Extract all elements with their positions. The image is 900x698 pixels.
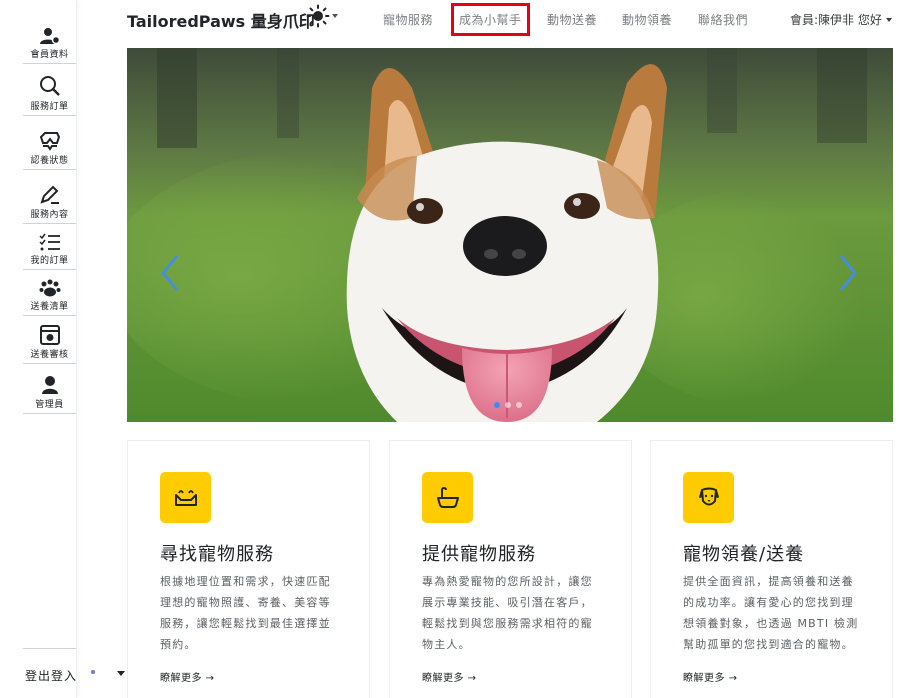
sidebar-item-label: 管理員 bbox=[35, 400, 64, 410]
sidebar-item-label: 送養審核 bbox=[30, 350, 69, 360]
nav-become-helper[interactable]: 成為小幫手 bbox=[451, 3, 530, 36]
feature-card-find-service: 尋找寵物服務 根據地理位置和需求，快速匹配理想的寵物照護、寄養、美容等服務，讓您… bbox=[127, 440, 370, 698]
sidebar-item-service-content[interactable]: 服務內容 bbox=[23, 172, 76, 224]
carousel-indicator[interactable] bbox=[516, 402, 522, 408]
bathtub-icon bbox=[422, 472, 473, 523]
chevron-down-icon[interactable] bbox=[117, 671, 125, 676]
theme-toggle[interactable] bbox=[306, 4, 338, 28]
hero-carousel bbox=[127, 48, 893, 422]
nav-contact-us[interactable]: 聯絡我們 bbox=[698, 11, 748, 28]
sidebar-item-adoption-status[interactable]: 認養狀態 bbox=[23, 118, 76, 170]
sidebar-item-label: 服務內容 bbox=[30, 210, 69, 220]
brand-logo[interactable]: TailoredPaws 量身爪印 bbox=[127, 8, 315, 32]
card-title: 寵物領養/送養 bbox=[683, 544, 805, 565]
theme-indicator-dot[interactable] bbox=[91, 670, 95, 674]
member-menu[interactable]: 會員:陳伊非 您好 bbox=[790, 11, 892, 28]
nav-pet-services[interactable]: 寵物服務 bbox=[383, 11, 433, 28]
learn-more-link[interactable]: 瞭解更多 → bbox=[160, 669, 215, 684]
carousel-indicator[interactable] bbox=[494, 402, 500, 408]
carousel-prev-button[interactable] bbox=[159, 254, 181, 292]
login-logout-link[interactable]: 登出登入 bbox=[25, 667, 77, 684]
learn-more-link[interactable]: 瞭解更多 → bbox=[422, 669, 477, 684]
sidebar-item-label: 認養狀態 bbox=[30, 156, 69, 166]
sidebar-divider bbox=[23, 648, 76, 649]
card-title: 提供寵物服務 bbox=[422, 544, 536, 565]
sidebar-item-label: 送養清單 bbox=[30, 302, 69, 312]
sidebar: 會員資料 服務訂單 認養狀態 服務內容 我的訂單 送養清單 送養審核 管理員 bbox=[0, 0, 77, 698]
sidebar-item-profile[interactable]: 會員資料 bbox=[23, 26, 76, 64]
review-eye-icon bbox=[39, 325, 60, 345]
learn-more-link[interactable]: 瞭解更多 → bbox=[683, 669, 738, 684]
dog-face-icon bbox=[683, 472, 734, 523]
adopt-status-icon bbox=[39, 132, 60, 151]
card-description: 專為熱愛寵物的您所設計，讓您展示專業技能、吸引潛在客戶，輕鬆找到與您服務需求相符… bbox=[422, 575, 593, 651]
sidebar-item-rehome-list[interactable]: 送養清單 bbox=[23, 272, 76, 316]
nav-animal-rehoming[interactable]: 動物送養 bbox=[547, 11, 597, 28]
sidebar-item-my-orders[interactable]: 我的訂單 bbox=[23, 226, 76, 270]
hero-dog-image bbox=[127, 48, 893, 422]
admin-user-icon bbox=[41, 376, 58, 394]
chevron-down-icon bbox=[332, 14, 338, 18]
list-check-icon bbox=[38, 233, 60, 251]
card-description: 提供全面資訊，提高領養和送養的成功率。讓有愛心的您找到理想領養對象，也透過 MB… bbox=[683, 575, 859, 651]
pet-bed-icon bbox=[160, 472, 211, 523]
sidebar-item-service-orders[interactable]: 服務訂單 bbox=[23, 66, 76, 116]
carousel-next-button[interactable] bbox=[837, 254, 859, 292]
sidebar-item-rehome-review[interactable]: 送養審核 bbox=[23, 318, 76, 364]
sidebar-item-label: 我的訂單 bbox=[30, 256, 69, 266]
chevron-down-icon bbox=[885, 17, 892, 22]
sidebar-item-label: 會員資料 bbox=[30, 50, 69, 60]
card-title: 尋找寵物服務 bbox=[160, 544, 274, 565]
sidebar-item-admin[interactable]: 管理員 bbox=[23, 366, 76, 414]
paw-icon bbox=[39, 279, 60, 297]
user-gear-icon bbox=[39, 28, 60, 45]
carousel-indicator[interactable] bbox=[505, 402, 511, 408]
feature-card-adoption: 寵物領養/送養 提供全面資訊，提高領養和送養的成功率。讓有愛心的您找到理想領養對… bbox=[650, 440, 893, 698]
sun-icon bbox=[306, 4, 330, 28]
search-icon bbox=[39, 76, 60, 96]
feature-card-provide-service: 提供寵物服務 專為熱愛寵物的您所設計，讓您展示專業技能、吸引潛在客戶，輕鬆找到與… bbox=[389, 440, 632, 698]
card-description: 根據地理位置和需求，快速匹配理想的寵物照護、寄養、美容等服務，讓您輕鬆找到最佳選… bbox=[160, 575, 331, 651]
member-greeting: 會員:陳伊非 您好 bbox=[790, 13, 882, 27]
carousel-indicators bbox=[494, 402, 522, 408]
edit-pen-icon bbox=[39, 185, 59, 204]
sidebar-item-label: 服務訂單 bbox=[30, 102, 69, 112]
nav-animal-adoption[interactable]: 動物領養 bbox=[622, 11, 672, 28]
